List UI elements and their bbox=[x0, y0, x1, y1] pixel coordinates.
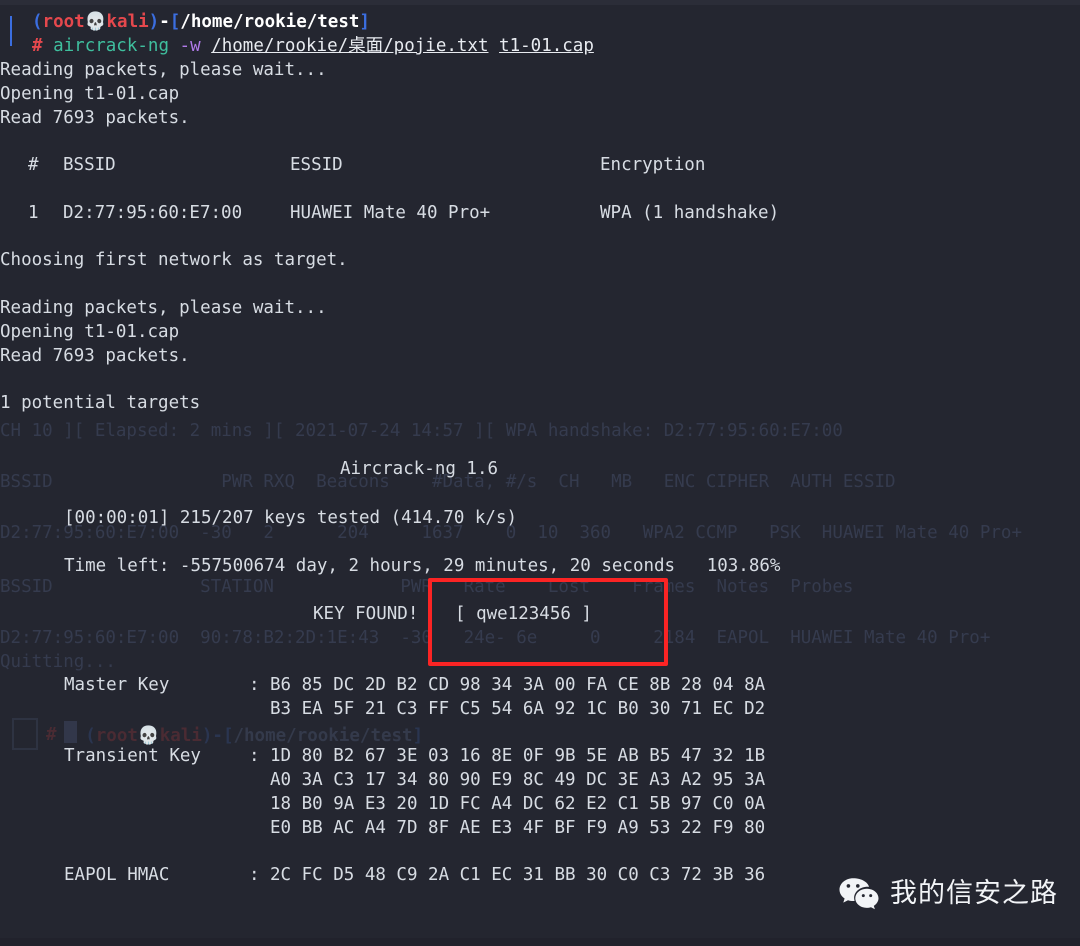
aircrack-time-left: Time left: -557500674 day, 2 hours, 29 m… bbox=[64, 554, 780, 579]
table-row-index: 1 bbox=[28, 203, 39, 223]
prompt-hash: # bbox=[32, 36, 43, 56]
prompt-line-1: (root💀kali)-[/home/rookie/test] bbox=[32, 10, 370, 35]
output-line-read-1: Read 7693 packets. bbox=[0, 108, 190, 128]
time-left-label: Time left: bbox=[64, 556, 170, 576]
table-header-essid: ESSID bbox=[290, 155, 343, 175]
command-name: aircrack-ng bbox=[53, 36, 169, 56]
eapol-hmac-row: 2C FC D5 48 C9 2A C1 EC 31 BB 30 C0 C3 7… bbox=[270, 865, 766, 885]
skull-icon: 💀 bbox=[84, 12, 107, 32]
terminal-output: (root💀kali)-[/home/rookie/test] # aircra… bbox=[0, 0, 1080, 946]
prompt-user: root bbox=[42, 12, 85, 32]
prompt-dash: - bbox=[159, 12, 170, 32]
master-key-label: Master Key bbox=[64, 675, 170, 695]
wechat-icon bbox=[838, 876, 880, 912]
prompt-tree-connector bbox=[10, 16, 34, 46]
output-line-opening-2: Opening t1-01.cap bbox=[0, 322, 180, 342]
terminal-window: CH 10 ][ Elapsed: 2 mins ][ 2021-07-24 1… bbox=[0, 0, 1080, 946]
output-line-opening-1: Opening t1-01.cap bbox=[0, 84, 180, 104]
master-key-row-1: B6 85 DC 2D B2 CD 98 34 3A 00 FA CE 8B 2… bbox=[270, 675, 766, 695]
eapol-hmac-colon: : bbox=[249, 865, 260, 885]
table-row-essid: HUAWEI Mate 40 Pro+ bbox=[290, 203, 491, 223]
table-header-encryption: Encryption bbox=[600, 155, 706, 175]
output-line-reading-1: Reading packets, please wait... bbox=[0, 60, 327, 80]
aircrack-progress-line: [00:00:01] 215/207 keys tested (414.70 k… bbox=[64, 508, 518, 528]
target-choice-line: Choosing first network as target. bbox=[0, 250, 348, 270]
output-line-reading-2: Reading packets, please wait... bbox=[0, 298, 327, 318]
command-line[interactable]: # aircrack-ng -w /home/rookie/桌面/pojie.t… bbox=[32, 34, 594, 59]
prompt-paren-open: ( bbox=[32, 12, 43, 32]
capture-file: t1-01.cap bbox=[499, 36, 594, 56]
prompt-host: kali bbox=[106, 12, 149, 32]
prompt-bracket-open: [ bbox=[169, 12, 181, 32]
transient-key-row-4: E0 BB AC A4 7D 8F AE E3 4F BF F9 A9 53 2… bbox=[270, 818, 766, 838]
prompt-path: /home/rookie/test bbox=[180, 12, 360, 32]
table-row-bssid: D2:77:95:60:E7:00 bbox=[63, 203, 243, 223]
table-row-encryption: WPA (1 handshake) bbox=[600, 203, 780, 223]
watermark: 我的信安之路 bbox=[838, 876, 1058, 912]
prompt-paren-close: ) bbox=[148, 12, 160, 32]
transient-key-row-3: 18 B0 9A E3 20 1D FC A4 DC 62 E2 C1 5B 9… bbox=[270, 794, 766, 814]
table-header-bssid: BSSID bbox=[63, 155, 116, 175]
command-flag: -w bbox=[179, 36, 201, 56]
potential-targets-line: 1 potential targets bbox=[0, 393, 201, 413]
prompt-bracket-close: ] bbox=[359, 12, 370, 32]
table-header-index: # bbox=[28, 155, 39, 175]
output-line-read-2: Read 7693 packets. bbox=[0, 346, 190, 366]
window-bottom-edge bbox=[0, 938, 1080, 946]
transient-key-colon: : bbox=[249, 746, 260, 766]
crack-percent: 103.86% bbox=[706, 556, 781, 576]
key-found-highlight-box bbox=[428, 578, 668, 666]
master-key-colon: : bbox=[249, 675, 260, 695]
watermark-text: 我的信安之路 bbox=[890, 877, 1058, 909]
transient-key-row-2: A0 3A C3 17 34 80 90 E9 8C 49 DC 3E A3 A… bbox=[270, 770, 766, 790]
wordlist-path: /home/rookie/桌面/pojie.txt bbox=[211, 36, 489, 56]
aircrack-version-title: Aircrack-ng 1.6 bbox=[340, 459, 499, 479]
time-left-value: -557500674 day, 2 hours, 29 minutes, 20 … bbox=[179, 556, 676, 576]
key-found-label: KEY FOUND! bbox=[313, 604, 419, 624]
eapol-hmac-label: EAPOL HMAC bbox=[64, 865, 170, 885]
transient-key-row-1: 1D 80 B2 67 3E 03 16 8E 0F 9B 5E AB B5 4… bbox=[270, 746, 766, 766]
transient-key-label: Transient Key bbox=[64, 746, 201, 766]
window-top-edge bbox=[0, 0, 1080, 5]
master-key-row-2: B3 EA 5F 21 C3 FF C5 54 6A 92 1C B0 30 7… bbox=[270, 699, 766, 719]
